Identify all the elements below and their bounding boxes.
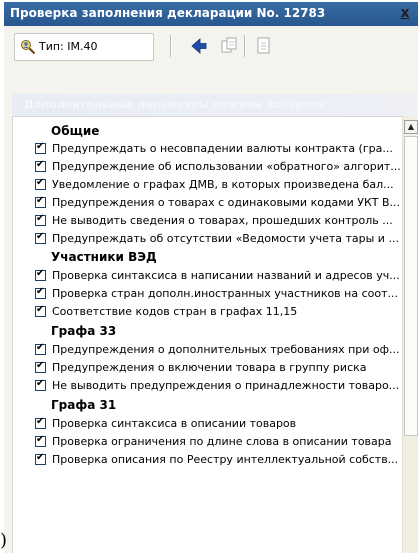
option-label: Не выводить сведения о товарах, прошедши… bbox=[52, 214, 393, 227]
option-row[interactable]: Уведомление о графах ДМВ, в которых прои… bbox=[35, 177, 403, 195]
option-row[interactable]: Соответствие кодов стран в графах 11,15 bbox=[35, 304, 403, 322]
checkbox[interactable] bbox=[35, 452, 46, 465]
checkbox[interactable] bbox=[35, 342, 46, 355]
option-label: Проверка описания по Реестру интеллектуа… bbox=[52, 453, 399, 466]
option-row[interactable]: Проверка ограничения по длине слова в оп… bbox=[35, 434, 403, 452]
option-label: Предупреждения о дополнительных требован… bbox=[52, 343, 400, 356]
dialog-window: Проверка заполнения декларации No. 12783… bbox=[4, 2, 418, 553]
group-title: Участники ВЭД bbox=[51, 250, 157, 264]
checkbox[interactable] bbox=[35, 360, 46, 373]
group-title: Общие bbox=[51, 124, 100, 138]
checkbox[interactable] bbox=[35, 434, 46, 447]
checkbox[interactable] bbox=[35, 378, 46, 391]
option-label: Проверка ограничения по длине слова в оп… bbox=[52, 435, 392, 448]
document-icon[interactable] bbox=[254, 36, 274, 56]
options-list: Общие Предупреждать о несовпадении валют… bbox=[12, 116, 403, 553]
checkbox[interactable] bbox=[35, 268, 46, 281]
group-title: Графа 33 bbox=[51, 324, 117, 338]
option-label: Предупреждение об использовании «обратно… bbox=[52, 160, 401, 173]
scroll-up-arrow-icon[interactable]: ▲ bbox=[404, 120, 418, 134]
type-selector[interactable]: Тип: IM.40 bbox=[14, 33, 154, 61]
option-label: Предупреждать о несовпадении валюты конт… bbox=[52, 142, 393, 155]
section-header: Дополнительные параметры режима контроля bbox=[12, 94, 416, 116]
toolbar: Тип: IM.40 bbox=[14, 33, 414, 63]
search-user-icon bbox=[21, 40, 36, 55]
checkbox[interactable] bbox=[35, 416, 46, 429]
option-row[interactable]: Предупреждения о товарах с одинаковыми к… bbox=[35, 195, 403, 213]
option-label: Проверка синтаксиса в написании названий… bbox=[52, 269, 400, 282]
checkbox[interactable] bbox=[35, 213, 46, 226]
option-row[interactable]: Предупреждать о несовпадении валюты конт… bbox=[35, 141, 403, 159]
option-row[interactable]: Предупреждение об использовании «обратно… bbox=[35, 159, 403, 177]
type-label: Тип: IM.40 bbox=[39, 40, 98, 53]
copy-icon[interactable] bbox=[219, 36, 239, 56]
option-label: Предупреждения о включении товара в груп… bbox=[52, 361, 367, 374]
option-label: Предупреждать об отсутствии «Ведомости у… bbox=[52, 232, 399, 245]
section-title: Дополнительные параметры режима контроля bbox=[24, 98, 327, 111]
close-button[interactable]: x bbox=[398, 5, 412, 21]
option-label: Уведомление о графах ДМВ, в которых прои… bbox=[52, 178, 394, 191]
checkbox[interactable] bbox=[35, 159, 46, 172]
toolbar-separator bbox=[170, 35, 172, 57]
option-label: Соответствие кодов стран в графах 11,15 bbox=[52, 305, 298, 318]
option-label: Предупреждения о товарах с одинаковыми к… bbox=[52, 196, 401, 209]
checkbox[interactable] bbox=[35, 286, 46, 299]
option-row[interactable]: Проверка стран дополн.иностранных участн… bbox=[35, 286, 403, 304]
option-label: Проверка синтаксиса в описании товаров bbox=[52, 417, 297, 430]
option-label: Проверка стран дополн.иностранных участн… bbox=[52, 287, 399, 300]
option-row[interactable]: Проверка синтаксиса в написании названий… bbox=[35, 268, 403, 286]
option-row[interactable]: Предупреждения о дополнительных требован… bbox=[35, 342, 403, 360]
edge-mark: ) bbox=[0, 530, 8, 551]
option-row[interactable]: Не выводить сведения о товарах, прошедши… bbox=[35, 213, 403, 231]
back-arrow-icon[interactable] bbox=[189, 36, 209, 56]
checkbox[interactable] bbox=[35, 141, 46, 154]
option-label: Не выводить предупреждения о принадлежно… bbox=[52, 379, 400, 392]
option-row[interactable]: Предупреждать об отсутствии «Ведомости у… bbox=[35, 231, 403, 249]
window-title: Проверка заполнения декларации No. 12783 bbox=[10, 6, 326, 20]
option-row[interactable]: Проверка синтаксиса в описании товаров bbox=[35, 416, 403, 434]
scroll-thumb[interactable] bbox=[404, 136, 418, 436]
option-row[interactable]: Проверка описания по Реестру интеллектуа… bbox=[35, 452, 403, 470]
toolbar-separator bbox=[244, 35, 246, 57]
option-row[interactable]: Не выводить предупреждения о принадлежно… bbox=[35, 378, 403, 396]
title-bar[interactable]: Проверка заполнения декларации No. 12783… bbox=[4, 2, 418, 26]
vertical-scrollbar[interactable]: ▲ bbox=[402, 116, 418, 553]
option-row[interactable]: Предупреждения о включении товара в груп… bbox=[35, 360, 403, 378]
checkbox[interactable] bbox=[35, 304, 46, 317]
checkbox[interactable] bbox=[35, 231, 46, 244]
checkbox[interactable] bbox=[35, 177, 46, 190]
checkbox[interactable] bbox=[35, 195, 46, 208]
group-title: Графа 31 bbox=[51, 398, 117, 412]
